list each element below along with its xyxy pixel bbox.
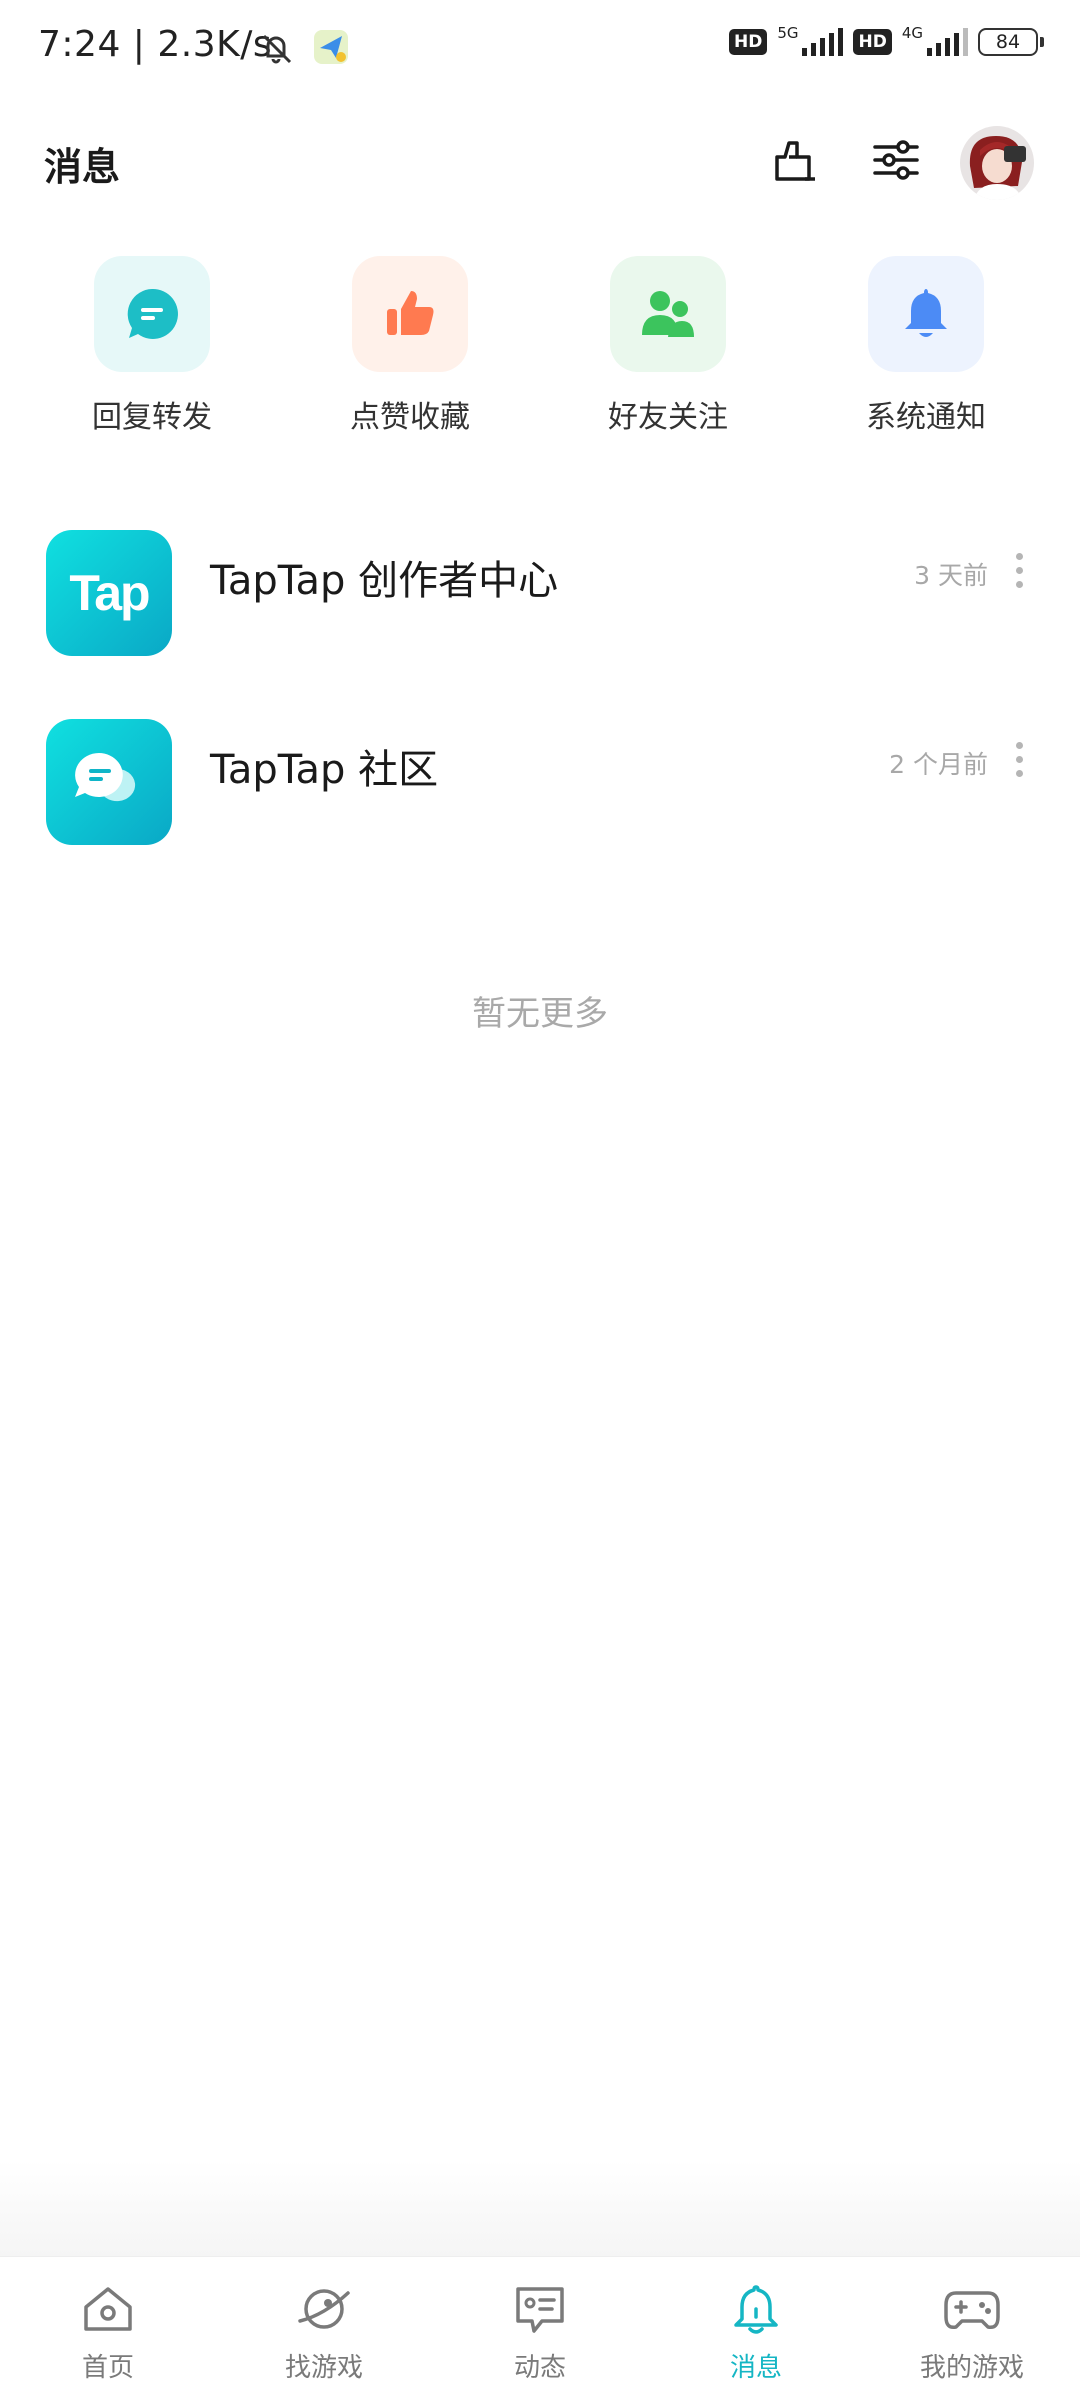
taptap-logo-text: Tap	[69, 565, 150, 621]
network-type-1: 5G	[777, 24, 799, 42]
bell-icon	[734, 2285, 778, 2334]
battery-level: 84	[995, 31, 1021, 53]
category-label: 好友关注	[608, 400, 728, 435]
chat-bubbles-icon	[75, 753, 136, 809]
gamepad-icon	[944, 2291, 1000, 2330]
tab-label: 找游戏	[284, 2353, 363, 2383]
app-notification-icon	[312, 28, 350, 70]
category-tile	[94, 256, 210, 372]
message-title: TapTap 创作者中心	[210, 558, 559, 604]
category-label: 系统通知	[866, 400, 986, 435]
category-tile	[868, 256, 984, 372]
tab-home[interactable]: 首页	[0, 2257, 216, 2401]
status-time: 7:24 | 2.3K/s	[38, 24, 273, 65]
category-friends-follow[interactable]: 好友关注	[558, 256, 778, 436]
signal-icon-1	[802, 28, 844, 56]
category-reply-forward[interactable]: 回复转发	[42, 256, 262, 436]
mute-icon	[256, 28, 296, 72]
discover-planet-icon	[298, 2289, 350, 2329]
list-item[interactable]: TapTap 社区 2 个月前	[0, 719, 1080, 859]
taptap-creator-logo: Tap	[46, 530, 172, 656]
broom-icon	[775, 141, 815, 181]
message-time: 2 个月前	[889, 750, 988, 779]
tab-label: 首页	[81, 2353, 134, 2383]
page-title: 消息	[44, 145, 121, 189]
clear-all-button[interactable]	[760, 126, 828, 194]
sliders-icon	[873, 140, 919, 180]
category-system-notice[interactable]: 系统通知	[816, 256, 1036, 436]
tab-messages[interactable]: 消息	[648, 2257, 864, 2401]
nav-shadow	[0, 2160, 1080, 2256]
message-categories: 回复转发 点赞收藏 好友关注 系统通知	[0, 256, 1080, 436]
empty-hint: 暂无更多	[472, 994, 608, 1034]
message-title: TapTap 社区	[210, 747, 439, 793]
reply-forward-icon	[127, 288, 178, 339]
category-label: 回复转发	[92, 400, 212, 435]
bell-icon	[905, 289, 947, 337]
status-bar: 7:24 | 2.3K/s HD 5G HD 4G 84	[0, 0, 1080, 100]
avatar-image	[960, 126, 1034, 200]
taptap-community-logo	[46, 719, 172, 845]
tab-discover[interactable]: 找游戏	[216, 2257, 432, 2401]
battery-icon: 84	[978, 28, 1044, 56]
tab-label: 动态	[513, 2353, 566, 2383]
thumbs-up-icon	[387, 291, 434, 335]
avatar[interactable]	[960, 126, 1034, 200]
friends-icon	[642, 291, 694, 337]
network-type-2: 4G	[901, 24, 923, 42]
settings-button[interactable]	[862, 126, 930, 194]
category-tile	[610, 256, 726, 372]
category-label: 点赞收藏	[350, 400, 470, 435]
category-tile	[352, 256, 468, 372]
home-icon	[84, 2287, 132, 2331]
list-item[interactable]: Tap TapTap 创作者中心 3 天前	[0, 530, 1080, 670]
status-right-indicators: HD 5G HD 4G 84	[728, 24, 1044, 56]
signal-icon-2	[927, 28, 968, 56]
more-options-button[interactable]	[1004, 550, 1034, 590]
message-time: 3 天前	[914, 561, 988, 590]
tab-label: 消息	[729, 2353, 782, 2383]
feed-icon	[516, 2287, 564, 2333]
hd-badge-2: HD	[853, 29, 892, 55]
hd-badge-1: HD	[728, 29, 768, 55]
tab-feed[interactable]: 动态	[432, 2257, 648, 2401]
bottom-nav: 首页 找游戏 动态 消息 我的游戏	[0, 2256, 1080, 2401]
tab-my-games[interactable]: 我的游戏	[864, 2257, 1080, 2401]
tab-label: 我的游戏	[919, 2353, 1024, 2383]
more-options-button[interactable]	[1004, 739, 1034, 779]
category-likes-favorites[interactable]: 点赞收藏	[300, 256, 520, 436]
